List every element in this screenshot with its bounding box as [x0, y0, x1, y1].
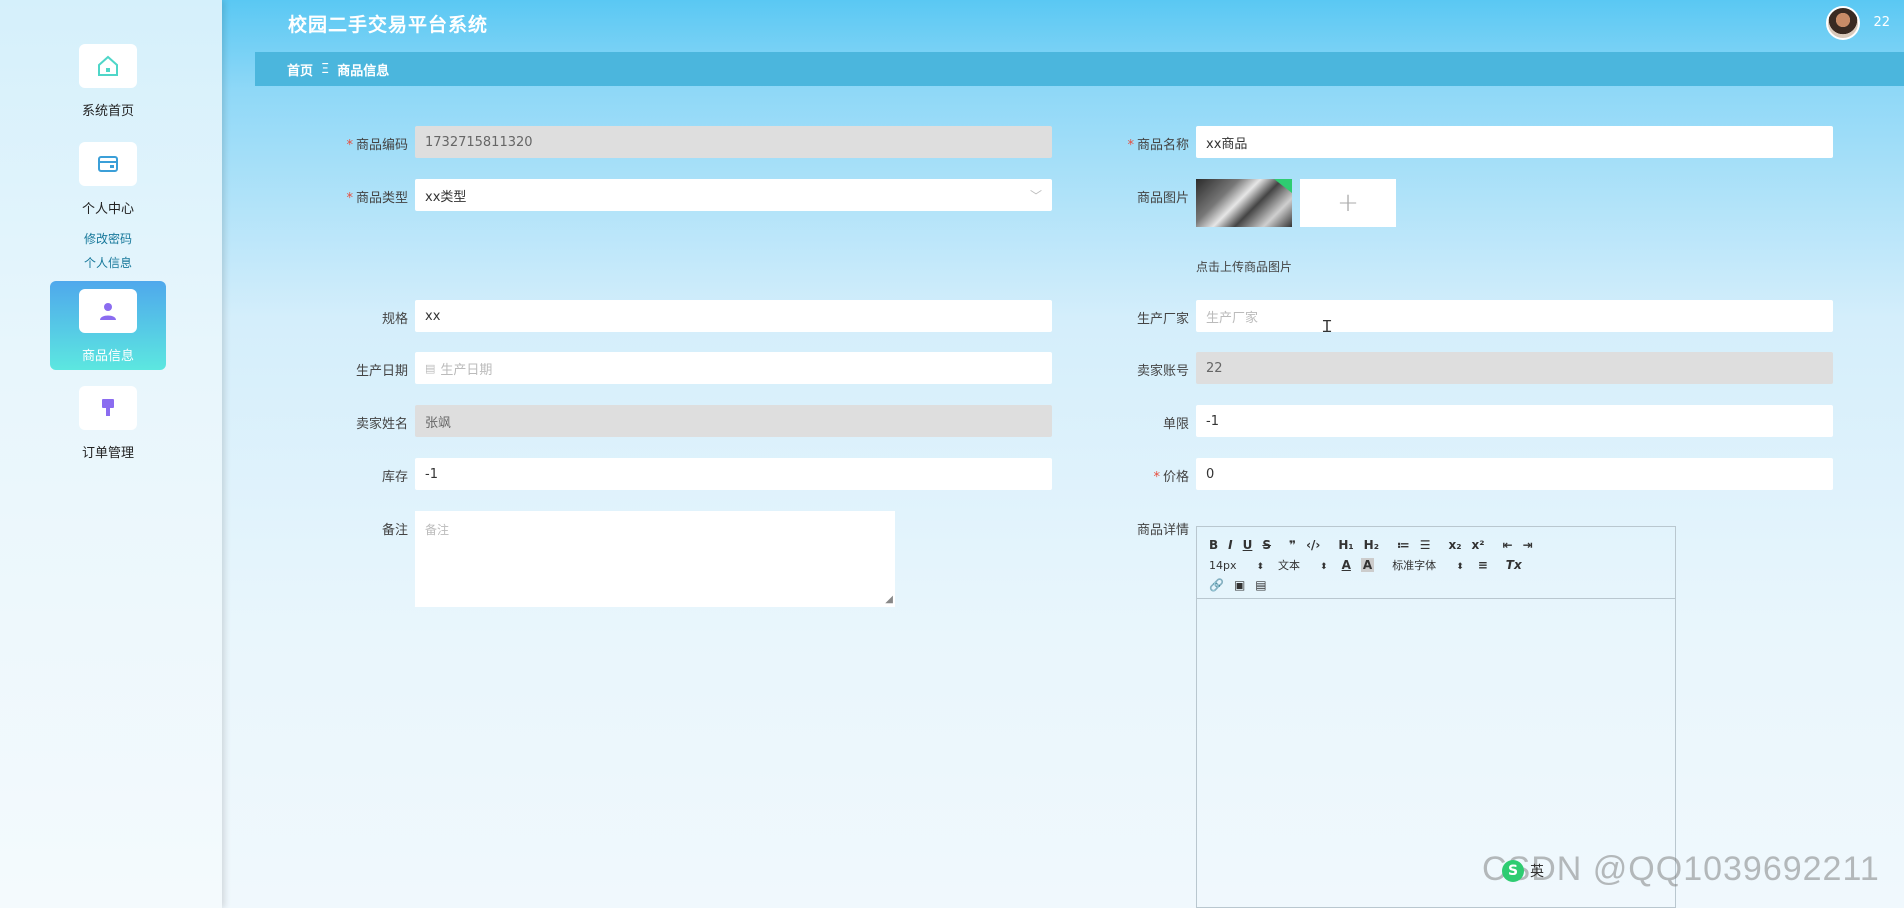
label-seller-account: 卖家账号	[1136, 364, 1189, 379]
remark-textarea[interactable]: 备注 ◢	[415, 511, 895, 607]
label-manufacturer: 生产厂家	[1136, 312, 1189, 327]
editor-toolbar: B I U S ❞ ‹/› H₁ H₂ ≔ ☰ x₂ x² ⇤ ⇥ 14px ⬍ …	[1197, 527, 1675, 599]
label-production-date: 生产日期	[355, 364, 408, 379]
user-icon	[79, 289, 137, 333]
seller-account-field: 22	[1196, 352, 1833, 384]
link-icon[interactable]: 🔗	[1209, 578, 1224, 592]
sogou-logo-icon: S	[1502, 860, 1524, 882]
product-type-select[interactable]: xx类型 ﹀	[415, 179, 1052, 211]
upload-hint: 点击上传商品图片	[1196, 260, 1293, 274]
nav-order-management[interactable]: 订单管理	[50, 386, 166, 461]
clear-format-icon[interactable]: Tx	[1506, 558, 1522, 572]
production-date-placeholder: 生产日期	[440, 362, 493, 378]
subitem-change-password[interactable]: 修改密码	[0, 230, 216, 247]
brush-icon	[79, 386, 137, 430]
image-icon[interactable]: ▣	[1234, 578, 1245, 592]
breadcrumb: 首页 Ξ 商品信息	[255, 52, 1904, 86]
limit-field[interactable]: -1	[1196, 405, 1833, 437]
product-code-field: 1732715811320	[415, 126, 1052, 158]
updown-icon: ⬍	[1456, 562, 1464, 572]
code-block-icon[interactable]: ‹/›	[1306, 538, 1320, 552]
product-type-value: xx类型	[425, 189, 467, 205]
label-product-code: * 商品编码	[346, 138, 408, 153]
production-date-picker[interactable]: ▤ 生产日期	[415, 352, 1052, 384]
align-icon[interactable]: ≡	[1478, 558, 1488, 572]
breadcrumb-separator-icon: Ξ	[321, 61, 330, 77]
ime-toolbar[interactable]: S 英	[1502, 860, 1544, 882]
nav-product-info-label: 商品信息	[81, 349, 134, 364]
seller-name-field: 张飒	[415, 405, 1052, 437]
app-title: 校园二手交易平台系统	[288, 14, 489, 36]
top-header: 校园二手交易平台系统 22	[224, 0, 1904, 52]
label-price: * 价格	[1153, 470, 1189, 485]
label-remark: 备注	[381, 523, 408, 538]
text-cursor-icon: Ｉ	[1319, 317, 1336, 336]
upload-image-button[interactable]: +	[1300, 179, 1396, 227]
bold-icon[interactable]: B	[1209, 538, 1218, 552]
avatar[interactable]	[1826, 6, 1860, 40]
italic-icon[interactable]: I	[1228, 538, 1232, 552]
sidebar: 系统首页 个人中心 修改密码 个人信息 商品信息 订单管理	[0, 0, 222, 908]
updown-icon: ⬍	[1320, 562, 1328, 572]
blockquote-icon[interactable]: ❞	[1289, 538, 1296, 552]
home-icon	[79, 44, 137, 88]
heading-2-icon[interactable]: H₂	[1364, 538, 1379, 552]
chevron-down-icon: ﹀	[1029, 189, 1042, 203]
subitem-personal-info[interactable]: 个人信息	[0, 254, 216, 271]
product-image-thumbnail[interactable]	[1196, 179, 1292, 227]
bullet-list-icon[interactable]: ☰	[1420, 538, 1431, 552]
label-limit: 单限	[1162, 417, 1189, 432]
underline-icon[interactable]: U	[1243, 538, 1253, 552]
label-product-type: * 商品类型	[346, 191, 408, 206]
nav-personal-center[interactable]: 个人中心	[50, 142, 166, 217]
nav-personal-center-label: 个人中心	[81, 202, 134, 217]
editor-toolbar-row-2: 14px ⬍ 文本 ⬍ A A 标准字体 ⬍ ≡ Tx	[1209, 555, 1663, 575]
resize-grip-icon[interactable]: ◢	[885, 594, 893, 605]
heading-1-icon[interactable]: H₁	[1338, 538, 1353, 552]
subscript-icon[interactable]: x₂	[1449, 538, 1462, 552]
font-color-icon[interactable]: A	[1342, 558, 1351, 572]
indent-icon[interactable]: ⇥	[1523, 538, 1533, 552]
label-product-image: 商品图片	[1136, 191, 1189, 206]
spec-field[interactable]: xx	[415, 300, 1052, 332]
username[interactable]: 22	[1873, 15, 1890, 30]
label-seller-name: 卖家姓名	[355, 417, 408, 432]
breadcrumb-current: 商品信息	[337, 63, 390, 79]
stock-field[interactable]: -1	[415, 458, 1052, 490]
breadcrumb-home[interactable]: 首页	[287, 60, 313, 79]
label-product-detail: 商品详情	[1136, 523, 1189, 538]
calendar-icon: ▤	[425, 361, 436, 375]
background-color-icon[interactable]: A	[1360, 558, 1375, 572]
block-type-select[interactable]: 文本 ⬍	[1278, 557, 1328, 573]
strike-icon[interactable]: S	[1262, 538, 1271, 552]
label-stock: 库存	[381, 470, 408, 485]
manufacturer-field[interactable]: 生产厂家	[1196, 300, 1833, 332]
nav-order-management-label: 订单管理	[81, 446, 134, 461]
video-icon[interactable]: ▤	[1255, 578, 1266, 592]
label-product-name: * 商品名称	[1127, 138, 1189, 153]
product-name-field[interactable]: xx商品	[1196, 126, 1833, 158]
wallet-icon	[79, 142, 137, 186]
updown-icon: ⬍	[1256, 561, 1265, 572]
editor-toolbar-row-1: B I U S ❞ ‹/› H₁ H₂ ≔ ☰ x₂ x² ⇤ ⇥	[1209, 535, 1663, 555]
nav-home-label: 系统首页	[81, 104, 134, 119]
label-spec: 规格	[381, 312, 408, 327]
nav-home[interactable]: 系统首页	[50, 44, 166, 119]
font-size-select[interactable]: 14px ⬍	[1209, 559, 1264, 572]
font-family-select[interactable]: 标准字体 ⬍	[1392, 557, 1464, 573]
editor-toolbar-row-3: 🔗 ▣ ▤	[1209, 575, 1663, 595]
ime-language[interactable]: 英	[1530, 861, 1544, 881]
price-field[interactable]: 0	[1196, 458, 1833, 490]
outdent-icon[interactable]: ⇤	[1503, 538, 1513, 552]
nav-product-info[interactable]: 商品信息	[50, 281, 166, 370]
superscript-icon[interactable]: x²	[1472, 538, 1485, 552]
ordered-list-icon[interactable]: ≔	[1397, 538, 1410, 552]
remark-placeholder: 备注	[425, 523, 450, 537]
